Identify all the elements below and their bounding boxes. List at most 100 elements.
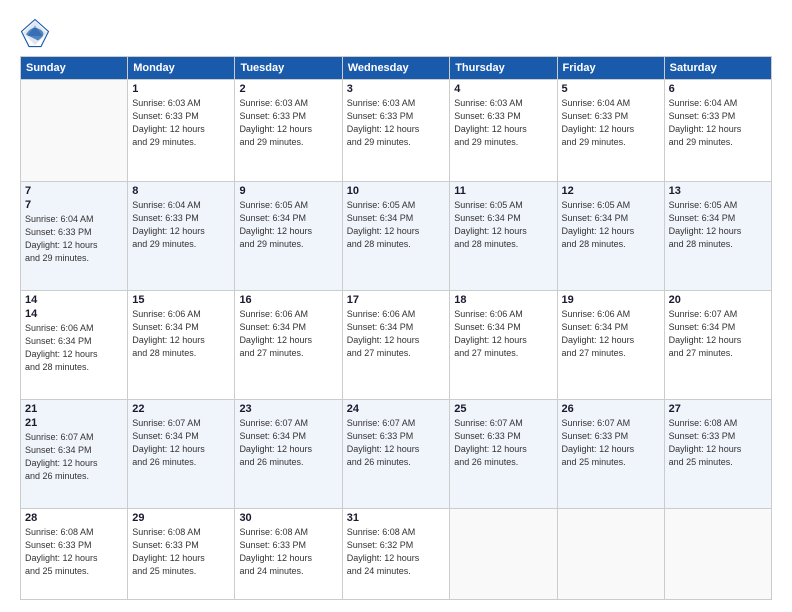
- day-info: Sunrise: 6:08 AM Sunset: 6:33 PM Dayligh…: [239, 526, 337, 578]
- calendar-cell: 5 Sunrise: 6:04 AM Sunset: 6:33 PM Daylig…: [557, 80, 664, 182]
- calendar-cell: 30 Sunrise: 6:08 AM Sunset: 6:33 PM Dayli…: [235, 508, 342, 599]
- day-info: Sunrise: 6:07 AM Sunset: 6:33 PM Dayligh…: [347, 417, 446, 469]
- calendar-cell: 2121Sunrise: 6:07 AM Sunset: 6:34 PM Day…: [21, 399, 128, 508]
- day-info: Sunrise: 6:03 AM Sunset: 6:33 PM Dayligh…: [239, 97, 337, 149]
- day-number: 15: [132, 294, 230, 306]
- calendar-cell: 15Sunrise: 6:06 AM Sunset: 6:34 PM Dayli…: [128, 291, 235, 400]
- day-number: 30: [239, 512, 337, 524]
- day-number: 23: [239, 403, 337, 415]
- day-info: Sunrise: 6:04 AM Sunset: 6:33 PM Dayligh…: [669, 97, 767, 149]
- calendar-week-row: 2121Sunrise: 6:07 AM Sunset: 6:34 PM Day…: [21, 399, 772, 508]
- calendar-cell: 25 Sunrise: 6:07 AM Sunset: 6:33 PM Dayli…: [450, 399, 557, 508]
- day-info: Sunrise: 6:07 AM Sunset: 6:34 PM Dayligh…: [669, 308, 767, 360]
- day-number: 7: [25, 199, 123, 211]
- day-info: Sunrise: 6:05 AM Sunset: 6:34 PM Dayligh…: [454, 199, 552, 251]
- day-info: Sunrise: 6:03 AM Sunset: 6:33 PM Dayligh…: [454, 97, 552, 149]
- calendar-cell: 2 Sunrise: 6:03 AM Sunset: 6:33 PM Daylig…: [235, 80, 342, 182]
- calendar-week-row: 14 14 Sunrise: 6:06 AM Sunset: 6:34 PM Day…: [21, 291, 772, 400]
- day-number: 31: [347, 512, 446, 524]
- day-info: Sunrise: 6:04 AM Sunset: 6:33 PM Dayligh…: [25, 213, 123, 265]
- logo-icon: [20, 18, 50, 48]
- calendar-cell: 19 Sunrise: 6:06 AM Sunset: 6:34 PM Dayli…: [557, 291, 664, 400]
- calendar-cell: 4 Sunrise: 6:03 AM Sunset: 6:33 PM Daylig…: [450, 80, 557, 182]
- day-number: 10: [347, 185, 446, 197]
- calendar-cell: 12 Sunrise: 6:05 AM Sunset: 6:34 PM Dayli…: [557, 182, 664, 291]
- day-info: Sunrise: 6:06 AM Sunset: 6:34 PM Dayligh…: [347, 308, 446, 360]
- day-number: 21: [25, 417, 123, 429]
- day-info: Sunrise: 6:06 AM Sunset: 6:34 PM Dayligh…: [25, 322, 123, 374]
- column-header-sunday: Sunday: [21, 57, 128, 80]
- day-number: 7: [25, 185, 123, 197]
- day-number: 9: [239, 185, 337, 197]
- day-number: 17: [347, 294, 446, 306]
- day-number: 20: [669, 294, 767, 306]
- calendar-cell: 17 Sunrise: 6:06 AM Sunset: 6:34 PM Dayli…: [342, 291, 450, 400]
- calendar-cell: [664, 508, 771, 599]
- day-number: 28: [25, 512, 123, 524]
- day-info: Sunrise: 6:05 AM Sunset: 6:34 PM Dayligh…: [239, 199, 337, 251]
- day-info: Sunrise: 6:08 AM Sunset: 6:32 PM Dayligh…: [347, 526, 446, 578]
- day-info: Sunrise: 6:03 AM Sunset: 6:33 PM Dayligh…: [347, 97, 446, 149]
- day-number: 16: [239, 294, 337, 306]
- day-info: Sunrise: 6:07 AM Sunset: 6:34 PM Dayligh…: [239, 417, 337, 469]
- calendar-cell: 3Sunrise: 6:03 AM Sunset: 6:33 PM Daylig…: [342, 80, 450, 182]
- calendar-cell: 14 14 Sunrise: 6:06 AM Sunset: 6:34 PM Day…: [21, 291, 128, 400]
- day-number: 12: [562, 185, 660, 197]
- column-header-thursday: Thursday: [450, 57, 557, 80]
- calendar-cell: 29 Sunrise: 6:08 AM Sunset: 6:33 PM Dayli…: [128, 508, 235, 599]
- calendar-table: SundayMondayTuesdayWednesdayThursdayFrid…: [20, 56, 772, 600]
- day-number: 29: [132, 512, 230, 524]
- calendar-week-row: 1 Sunrise: 6:03 AM Sunset: 6:33 PM Daylig…: [21, 80, 772, 182]
- day-number: 5: [562, 83, 660, 95]
- day-info: Sunrise: 6:06 AM Sunset: 6:34 PM Dayligh…: [454, 308, 552, 360]
- calendar-cell: 24 Sunrise: 6:07 AM Sunset: 6:33 PM Dayli…: [342, 399, 450, 508]
- day-info: Sunrise: 6:08 AM Sunset: 6:33 PM Dayligh…: [669, 417, 767, 469]
- column-header-saturday: Saturday: [664, 57, 771, 80]
- day-number: 19: [562, 294, 660, 306]
- calendar-cell: 16Sunrise: 6:06 AM Sunset: 6:34 PM Dayli…: [235, 291, 342, 400]
- calendar-cell: 6 Sunrise: 6:04 AM Sunset: 6:33 PM Daylig…: [664, 80, 771, 182]
- day-info: Sunrise: 6:07 AM Sunset: 6:33 PM Dayligh…: [562, 417, 660, 469]
- day-number: 14: [25, 294, 123, 306]
- calendar-week-row: 28 Sunrise: 6:08 AM Sunset: 6:33 PM Dayli…: [21, 508, 772, 599]
- day-info: Sunrise: 6:03 AM Sunset: 6:33 PM Dayligh…: [132, 97, 230, 149]
- day-info: Sunrise: 6:05 AM Sunset: 6:34 PM Dayligh…: [347, 199, 446, 251]
- day-info: Sunrise: 6:07 AM Sunset: 6:33 PM Dayligh…: [454, 417, 552, 469]
- calendar-cell: 28 Sunrise: 6:08 AM Sunset: 6:33 PM Dayli…: [21, 508, 128, 599]
- calendar-cell: 11 Sunrise: 6:05 AM Sunset: 6:34 PM Dayli…: [450, 182, 557, 291]
- calendar-week-row: 7 7 Sunrise: 6:04 AM Sunset: 6:33 PM Dayli…: [21, 182, 772, 291]
- day-info: Sunrise: 6:08 AM Sunset: 6:33 PM Dayligh…: [25, 526, 123, 578]
- day-info: Sunrise: 6:06 AM Sunset: 6:34 PM Dayligh…: [562, 308, 660, 360]
- column-header-monday: Monday: [128, 57, 235, 80]
- calendar-cell: 22Sunrise: 6:07 AM Sunset: 6:34 PM Dayli…: [128, 399, 235, 508]
- day-number: 6: [669, 83, 767, 95]
- day-number: 25: [454, 403, 552, 415]
- day-info: Sunrise: 6:07 AM Sunset: 6:34 PM Dayligh…: [132, 417, 230, 469]
- calendar-cell: 23 Sunrise: 6:07 AM Sunset: 6:34 PM Dayli…: [235, 399, 342, 508]
- day-number: 2: [239, 83, 337, 95]
- day-info: Sunrise: 6:04 AM Sunset: 6:33 PM Dayligh…: [132, 199, 230, 251]
- calendar-cell: 1 Sunrise: 6:03 AM Sunset: 6:33 PM Daylig…: [128, 80, 235, 182]
- day-number: 24: [347, 403, 446, 415]
- calendar-cell: [450, 508, 557, 599]
- calendar-cell: 10 Sunrise: 6:05 AM Sunset: 6:34 PM Dayli…: [342, 182, 450, 291]
- day-number: 26: [562, 403, 660, 415]
- day-info: Sunrise: 6:08 AM Sunset: 6:33 PM Dayligh…: [132, 526, 230, 578]
- calendar-cell: 13Sunrise: 6:05 AM Sunset: 6:34 PM Dayli…: [664, 182, 771, 291]
- calendar-cell: 9 Sunrise: 6:05 AM Sunset: 6:34 PM Daylig…: [235, 182, 342, 291]
- day-info: Sunrise: 6:05 AM Sunset: 6:34 PM Dayligh…: [562, 199, 660, 251]
- column-header-tuesday: Tuesday: [235, 57, 342, 80]
- day-number: 27: [669, 403, 767, 415]
- calendar-cell: [21, 80, 128, 182]
- day-info: Sunrise: 6:07 AM Sunset: 6:34 PM Dayligh…: [25, 431, 123, 483]
- day-number: 14: [25, 308, 123, 320]
- day-number: 4: [454, 83, 552, 95]
- calendar-cell: [557, 508, 664, 599]
- calendar-cell: 27 Sunrise: 6:08 AM Sunset: 6:33 PM Dayli…: [664, 399, 771, 508]
- day-number: 1: [132, 83, 230, 95]
- day-info: Sunrise: 6:04 AM Sunset: 6:33 PM Dayligh…: [562, 97, 660, 149]
- day-number: 11: [454, 185, 552, 197]
- logo: [20, 18, 54, 48]
- column-header-wednesday: Wednesday: [342, 57, 450, 80]
- day-number: 18: [454, 294, 552, 306]
